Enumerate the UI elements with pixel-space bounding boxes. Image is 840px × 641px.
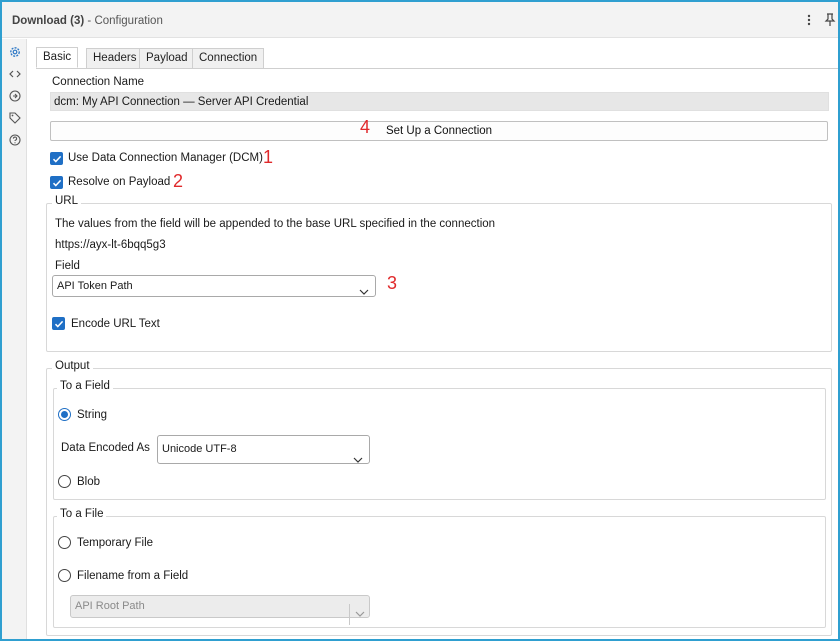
sidebar <box>2 39 27 639</box>
link-icon[interactable] <box>8 89 22 103</box>
window-subtitle: Configuration <box>94 15 163 27</box>
filename-field-select-value: API Root Path <box>75 600 145 612</box>
filename-from-field-label: Filename from a Field <box>77 570 189 582</box>
tab-basic[interactable]: Basic <box>36 47 79 68</box>
temporary-file-radio[interactable] <box>58 536 71 549</box>
connection-name-label: Connection Name <box>52 76 145 88</box>
field-select-value: API Token Path <box>57 280 133 292</box>
encode-url-checkbox[interactable] <box>52 317 65 330</box>
use-dcm-checkbox[interactable] <box>50 152 63 165</box>
help-icon[interactable] <box>8 133 22 147</box>
field-select[interactable]: API Token Path <box>52 275 376 297</box>
tab-payload[interactable]: Payload <box>139 48 195 69</box>
connection-name-field: dcm: My API Connection — Server API Cred… <box>50 92 829 111</box>
blob-label: Blob <box>77 476 101 488</box>
encoded-as-label: Data Encoded As <box>61 442 150 454</box>
resolve-payload-label: Resolve on Payload <box>68 176 171 188</box>
encode-url-label: Encode URL Text <box>71 318 160 330</box>
use-dcm-label: Use Data Connection Manager (DCM) <box>68 152 263 164</box>
string-label: String <box>77 409 108 421</box>
temporary-file-label: Temporary File <box>77 537 154 549</box>
blob-radio[interactable] <box>58 475 71 488</box>
window-title: Download (3) - Configuration <box>12 15 163 27</box>
tag-icon[interactable] <box>8 111 22 125</box>
tab-connection[interactable]: Connection <box>192 48 265 69</box>
annotation-2: 2 <box>173 171 184 191</box>
chevron-down-icon <box>349 604 365 625</box>
url-group-title: URL <box>52 195 82 207</box>
tab-headers[interactable]: Headers <box>86 48 144 69</box>
setup-connection-button[interactable]: Set Up a Connection <box>50 121 828 141</box>
encoding-select[interactable]: Unicode UTF-8 <box>157 435 370 464</box>
field-label: Field <box>55 260 80 272</box>
string-radio[interactable] <box>58 408 71 421</box>
to-file-title: To a File <box>57 508 107 520</box>
more-vertical-icon[interactable] <box>802 12 816 28</box>
url-description: The values from the field will be append… <box>55 218 496 230</box>
tab-panel-border <box>36 68 838 69</box>
title-separator: - <box>84 15 95 27</box>
filename-from-field-radio[interactable] <box>58 569 71 582</box>
gear-icon[interactable] <box>8 45 22 59</box>
annotation-4: 4 <box>360 117 371 137</box>
chevron-down-icon <box>359 282 369 302</box>
code-icon[interactable] <box>8 67 22 81</box>
encoding-select-value: Unicode UTF-8 <box>162 443 237 455</box>
filename-field-select: API Root Path <box>70 595 370 625</box>
resolve-payload-checkbox[interactable] <box>50 176 63 189</box>
output-group-title: Output <box>52 360 93 372</box>
chevron-down-icon <box>353 447 363 474</box>
to-field-title: To a Field <box>57 380 113 392</box>
annotation-3: 3 <box>387 273 398 293</box>
base-url: https://ayx-lt-6bqq5g3 <box>55 239 166 251</box>
title-bar: Download (3) - Configuration <box>2 2 838 38</box>
tool-name: Download (3) <box>12 15 85 27</box>
pin-icon[interactable] <box>823 12 837 28</box>
annotation-1: 1 <box>263 147 274 167</box>
